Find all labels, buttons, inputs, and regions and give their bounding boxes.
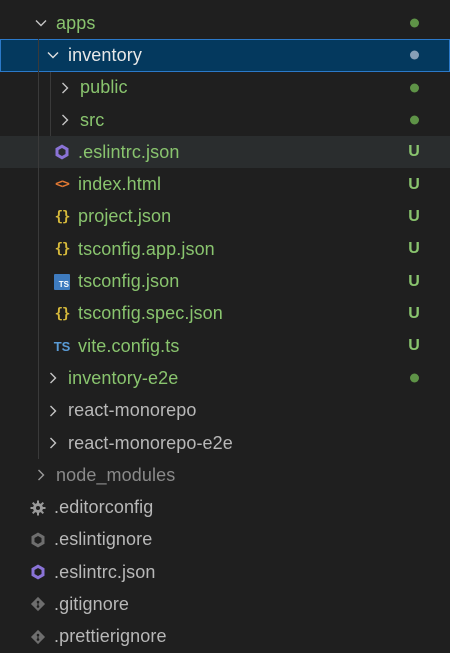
- git-status-dot: [410, 18, 419, 28]
- git-status-untracked: U: [408, 272, 420, 290]
- indent-guide: [38, 233, 39, 266]
- tree-item-label: inventory: [68, 44, 142, 65]
- indent-guide: [38, 362, 39, 395]
- tree-item-root-eslintrc-json[interactable]: .eslintrc.json: [0, 556, 450, 588]
- indent-guide: [38, 103, 39, 137]
- tree-item-public[interactable]: public: [0, 71, 450, 104]
- tree-item-label: .prettierignore: [54, 626, 167, 647]
- tree-item-label: project.json: [78, 206, 172, 227]
- tree-item-label: .editorconfig: [54, 497, 154, 518]
- tree-item-vite-config-ts[interactable]: TS vite.config.ts U: [0, 329, 450, 363]
- tree-item-inventory-e2e[interactable]: inventory-e2e: [0, 362, 450, 395]
- file-explorer-tree: apps inventory public src .eslintrc.json…: [0, 7, 450, 653]
- tree-item-node-modules[interactable]: node_modules: [0, 459, 450, 491]
- json-icon: {}: [54, 241, 71, 258]
- gear-icon: [28, 498, 48, 518]
- eslint-icon: [28, 562, 48, 582]
- tree-item-label: .gitignore: [54, 593, 130, 614]
- git-status-dot: [410, 50, 419, 60]
- git-status-untracked: U: [408, 304, 420, 322]
- chevron-right-icon[interactable]: [32, 466, 50, 484]
- git-status-dot: [410, 373, 419, 383]
- chevron-right-icon[interactable]: [44, 369, 62, 387]
- git-status-untracked: U: [408, 175, 420, 193]
- typescript-icon: TS: [53, 338, 71, 354]
- typescript-config-icon: TS: [52, 272, 72, 292]
- tree-item-tsconfig-json[interactable]: TS tsconfig.json U: [0, 265, 450, 298]
- tree-item-label: node_modules: [56, 464, 176, 485]
- indent-guide: [50, 103, 51, 137]
- indent-guide: [38, 394, 39, 427]
- tree-item-label: .eslintignore: [54, 529, 153, 550]
- tree-item-tsconfig-app-json[interactable]: {} tsconfig.app.json U: [0, 233, 450, 266]
- tree-item-src[interactable]: src: [0, 103, 450, 137]
- tree-item-label: .eslintrc.json: [54, 561, 156, 582]
- eslint-icon: [52, 142, 72, 162]
- indent-guide: [38, 71, 39, 104]
- indent-guide: [38, 329, 39, 363]
- tree-item-label: vite.config.ts: [78, 335, 180, 356]
- tree-item-react-monorepo[interactable]: react-monorepo: [0, 394, 450, 427]
- html-icon: <>: [55, 177, 70, 193]
- tree-item-label: react-monorepo: [68, 400, 197, 421]
- indent-guide: [50, 71, 51, 104]
- tree-item-prettierignore[interactable]: .prettierignore: [0, 621, 450, 653]
- git-status-dot: [410, 115, 419, 125]
- git-icon: [28, 627, 48, 647]
- indent-guide: [38, 426, 39, 460]
- tree-item-label: inventory-e2e: [68, 367, 179, 388]
- tree-item-eslintignore[interactable]: .eslintignore: [0, 524, 450, 556]
- tree-item-label: public: [80, 77, 128, 98]
- tree-item-label: apps: [56, 12, 96, 33]
- tree-item-inventory[interactable]: inventory: [0, 39, 450, 72]
- chevron-down-icon[interactable]: [44, 46, 62, 64]
- tree-item-label: tsconfig.json: [78, 271, 180, 292]
- chevron-right-icon[interactable]: [44, 434, 62, 452]
- tree-item-label: .eslintrc.json: [78, 141, 180, 162]
- indent-guide: [38, 265, 39, 298]
- chevron-right-icon[interactable]: [44, 402, 62, 420]
- tree-item-label: react-monorepo-e2e: [68, 432, 233, 453]
- eslint-icon: [28, 530, 48, 550]
- chevron-right-icon[interactable]: [56, 79, 74, 97]
- tree-item-index-html[interactable]: <> index.html U: [0, 168, 450, 201]
- indent-guide: [38, 297, 39, 330]
- chevron-down-icon[interactable]: [32, 14, 50, 32]
- tree-item-gitignore[interactable]: .gitignore: [0, 588, 450, 620]
- git-status-untracked: U: [408, 240, 420, 258]
- tree-item-project-json[interactable]: {} project.json U: [0, 200, 450, 234]
- tree-item-tsconfig-spec-json[interactable]: {} tsconfig.spec.json U: [0, 297, 450, 330]
- git-status-untracked: U: [408, 337, 420, 355]
- json-icon: {}: [54, 305, 71, 322]
- git-status-untracked: U: [408, 207, 420, 225]
- tree-item-label: src: [80, 109, 105, 130]
- git-status-dot: [410, 83, 419, 93]
- chevron-right-icon[interactable]: [56, 111, 74, 129]
- git-status-untracked: U: [408, 143, 420, 161]
- indent-guide: [38, 136, 39, 169]
- git-icon: [28, 594, 48, 614]
- tree-item-react-monorepo-e2e[interactable]: react-monorepo-e2e: [0, 426, 450, 460]
- tree-item-apps[interactable]: apps: [0, 7, 450, 39]
- indent-guide: [38, 168, 39, 201]
- tree-item-eslintrc-json[interactable]: .eslintrc.json U: [0, 136, 450, 169]
- tree-item-editorconfig[interactable]: .editorconfig: [0, 491, 450, 523]
- json-icon: {}: [54, 208, 71, 225]
- tree-item-label: tsconfig.app.json: [78, 238, 215, 259]
- indent-guide: [38, 200, 39, 234]
- tree-item-label: index.html: [78, 174, 162, 195]
- indent-guide: [38, 39, 39, 72]
- tree-item-label: tsconfig.spec.json: [78, 303, 223, 324]
